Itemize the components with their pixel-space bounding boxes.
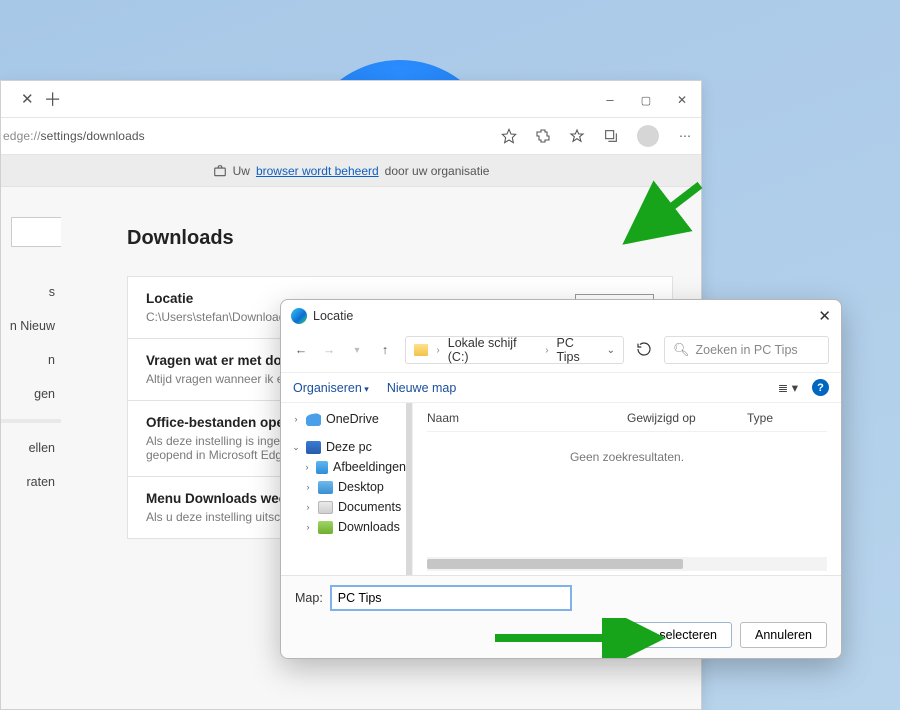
file-list[interactable]: Naam Gewijzigd op Type Geen zoekresultat… bbox=[413, 403, 841, 575]
titlebar: ✕ ＋ bbox=[1, 81, 701, 117]
search-icon: 🔍︎ bbox=[673, 342, 690, 358]
location-path: C:\Users\stefan\Downloads bbox=[146, 310, 291, 324]
address-bar[interactable]: edge://settings/downloads bbox=[1, 129, 487, 143]
page-title: Downloads bbox=[127, 227, 673, 250]
horizontal-scrollbar[interactable] bbox=[427, 557, 827, 571]
profile-avatar[interactable] bbox=[637, 125, 659, 147]
tree-label: Downloads bbox=[338, 520, 400, 534]
organize-menu[interactable]: Organiseren bbox=[293, 381, 369, 395]
sidebar-item[interactable]: s bbox=[49, 283, 61, 301]
new-tab-button[interactable]: ＋ bbox=[44, 86, 62, 112]
breadcrumb[interactable]: › Lokale schijf (C:) › PC Tips ⌄ bbox=[405, 336, 624, 364]
up-button[interactable]: ↑ bbox=[377, 343, 393, 357]
folder-tree[interactable]: › OneDrive ⌄ Deze pc › Afbeeldingen › Deskto… bbox=[281, 403, 413, 575]
managed-link[interactable]: browser wordt beheerd bbox=[256, 164, 379, 178]
tree-node-documents[interactable]: › Documents bbox=[289, 497, 408, 517]
new-folder-button[interactable]: Nieuwe map bbox=[387, 381, 456, 395]
monitor-icon bbox=[306, 441, 321, 454]
minimize-button[interactable] bbox=[603, 92, 617, 107]
sidebar-item[interactable]: n bbox=[48, 351, 61, 369]
favorite-icon[interactable] bbox=[501, 128, 517, 144]
documents-icon bbox=[318, 501, 333, 514]
view-options-button[interactable]: ≣ ▾ bbox=[778, 380, 798, 395]
empty-results-text: Geen zoekresultaten. bbox=[427, 450, 827, 464]
more-icon[interactable]: ⋯ bbox=[677, 128, 693, 144]
twisty-icon[interactable]: › bbox=[303, 462, 311, 472]
address-bar-row: edge://settings/downloads ⋯ bbox=[1, 117, 701, 155]
tree-node-onedrive[interactable]: › OneDrive bbox=[289, 409, 408, 429]
search-input[interactable]: 🔍︎ Zoeken in PC Tips bbox=[664, 336, 829, 364]
twisty-icon[interactable]: › bbox=[303, 522, 313, 532]
briefcase-icon bbox=[213, 164, 227, 178]
recent-button[interactable]: ▾ bbox=[349, 345, 365, 356]
dialog-footer: Map: Map selecteren Annuleren bbox=[281, 575, 841, 658]
help-icon[interactable]: ? bbox=[812, 379, 829, 396]
close-tab-icon[interactable]: ✕ bbox=[13, 90, 34, 108]
twisty-icon[interactable]: ⌄ bbox=[291, 442, 301, 453]
desktop-icon bbox=[318, 481, 333, 494]
maximize-button[interactable] bbox=[639, 92, 653, 107]
back-button[interactable]: ← bbox=[293, 343, 309, 357]
managed-text-prefix: Uw bbox=[233, 164, 250, 178]
folder-icon bbox=[414, 344, 428, 356]
settings-sidebar: s n Nieuw n gen ellen raten bbox=[1, 187, 61, 709]
pictures-icon bbox=[316, 461, 328, 474]
tree-node-thispc[interactable]: ⌄ Deze pc bbox=[289, 437, 408, 457]
extensions-icon[interactable] bbox=[535, 128, 551, 144]
sidebar-item[interactable]: raten bbox=[27, 473, 62, 491]
close-window-button[interactable] bbox=[675, 92, 689, 107]
col-name[interactable]: Naam bbox=[427, 411, 627, 425]
tree-label: Documents bbox=[338, 500, 401, 514]
collections-icon[interactable] bbox=[603, 128, 619, 144]
dialog-title: Locatie bbox=[313, 309, 353, 323]
sidebar-item[interactable]: ellen bbox=[29, 439, 61, 457]
chevron-down-icon[interactable]: ⌄ bbox=[607, 345, 615, 356]
crumb-disk[interactable]: Lokale schijf (C:) bbox=[448, 336, 537, 364]
col-modified[interactable]: Gewijzigd op bbox=[627, 411, 747, 425]
favorites-bar-icon[interactable] bbox=[569, 128, 585, 144]
search-placeholder: Zoeken in PC Tips bbox=[696, 343, 798, 357]
cloud-icon bbox=[306, 413, 321, 426]
sidebar-item[interactable]: gen bbox=[34, 385, 61, 403]
settings-search-input[interactable] bbox=[11, 217, 61, 247]
column-headers[interactable]: Naam Gewijzigd op Type bbox=[427, 409, 827, 432]
tree-label: Afbeeldingen bbox=[333, 460, 406, 474]
address-path: settings/downloads bbox=[41, 129, 145, 143]
edge-icon bbox=[291, 308, 307, 324]
tree-label: Desktop bbox=[338, 480, 384, 494]
col-type[interactable]: Type bbox=[747, 411, 827, 425]
dialog-toolbar: Organiseren Nieuwe map ≣ ▾ ? bbox=[281, 372, 841, 403]
folder-picker-dialog: Locatie ✕ ← → ▾ ↑ › Lokale schijf (C:) ›… bbox=[280, 299, 842, 659]
dialog-nav-row: ← → ▾ ↑ › Lokale schijf (C:) › PC Tips ⌄… bbox=[281, 332, 841, 372]
address-scheme: edge:// bbox=[3, 129, 41, 143]
cancel-button[interactable]: Annuleren bbox=[740, 622, 827, 648]
tree-label: OneDrive bbox=[326, 412, 379, 426]
tree-node-downloads[interactable]: › Downloads bbox=[289, 517, 408, 537]
sidebar-item[interactable]: n Nieuw bbox=[10, 317, 61, 335]
folder-name-input[interactable] bbox=[331, 586, 571, 610]
managed-text-suffix: door uw organisatie bbox=[385, 164, 490, 178]
refresh-button[interactable] bbox=[636, 341, 652, 360]
forward-button[interactable]: → bbox=[321, 343, 337, 357]
tree-node-desktop[interactable]: › Desktop bbox=[289, 477, 408, 497]
folder-field-label: Map: bbox=[295, 591, 323, 605]
tree-label: Deze pc bbox=[326, 440, 372, 454]
close-icon[interactable]: ✕ bbox=[818, 307, 831, 325]
location-title: Locatie bbox=[146, 291, 291, 306]
twisty-icon[interactable]: › bbox=[303, 482, 313, 492]
tree-node-pictures[interactable]: › Afbeeldingen bbox=[289, 457, 408, 477]
twisty-icon[interactable]: › bbox=[303, 502, 313, 512]
sidebar-item-selected[interactable] bbox=[1, 419, 61, 423]
downloads-icon bbox=[318, 521, 333, 534]
select-folder-button[interactable]: Map selecteren bbox=[617, 622, 732, 648]
dialog-titlebar: Locatie ✕ bbox=[281, 300, 841, 332]
chevron-right-icon: › bbox=[545, 345, 548, 356]
managed-banner: Uw browser wordt beheerd door uw organis… bbox=[1, 155, 701, 187]
crumb-folder[interactable]: PC Tips bbox=[557, 336, 599, 364]
chevron-right-icon: › bbox=[436, 345, 439, 356]
scrollbar-thumb[interactable] bbox=[427, 559, 683, 569]
twisty-icon[interactable]: › bbox=[291, 414, 301, 424]
